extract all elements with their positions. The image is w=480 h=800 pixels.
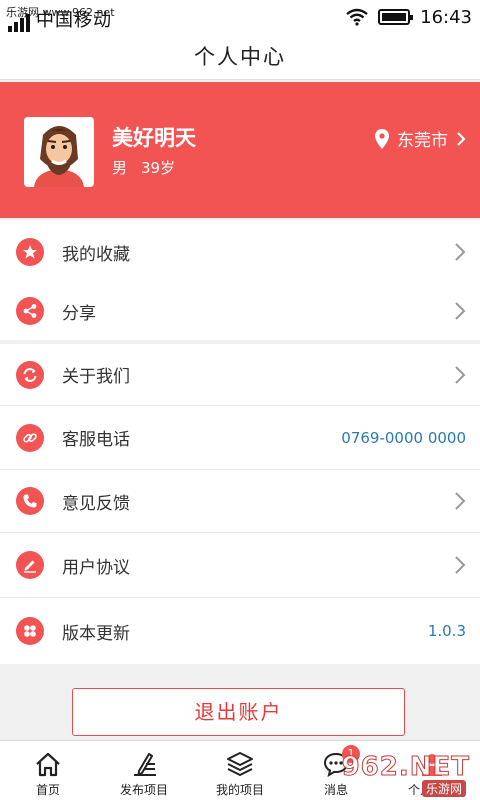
user-name: 美好明天: [112, 126, 196, 150]
wifi-icon: [346, 8, 368, 26]
menu-label: 客服电话: [62, 430, 130, 450]
chevron-right-icon: [455, 302, 466, 320]
city-label: 东莞市: [397, 131, 448, 151]
tab-label: 发布项目: [119, 783, 168, 797]
menu-label: 版本更新: [62, 623, 130, 644]
user-age: 39岁: [141, 159, 176, 177]
status-bar: 中国移动 乐游网 www.962.net 16:43: [0, 0, 480, 34]
pen-icon: [16, 551, 44, 579]
watermark-logo-text: 962.NET: [341, 752, 470, 783]
menu-item-favorites[interactable]: 我的收藏: [0, 220, 480, 284]
tab-my-projects[interactable]: 我的项目: [192, 741, 288, 800]
tab-home[interactable]: 首页: [0, 741, 96, 800]
menu-group-2: 分享: [0, 282, 480, 340]
chevron-right-icon: [455, 365, 466, 384]
avatar[interactable]: [24, 117, 94, 187]
menu-item-about[interactable]: 关于我们: [0, 344, 480, 406]
link-icon: [16, 423, 44, 452]
edit-icon: [134, 753, 156, 776]
grid-icon: [16, 617, 44, 645]
watermark-text: 乐游网 www.962.net: [6, 6, 115, 19]
star-icon: [16, 238, 44, 266]
page-title: 个人中心: [194, 45, 286, 69]
tab-label: 首页: [35, 783, 60, 797]
phone-icon: [16, 487, 44, 515]
menu-group-1: 我的收藏: [0, 220, 480, 284]
menu-item-agreement[interactable]: 用户协议: [0, 533, 480, 598]
share-icon: [16, 297, 44, 325]
layers-icon: [227, 752, 253, 776]
menu-item-service-phone[interactable]: 客服电话 0769-0000 0000: [0, 406, 480, 470]
menu-label: 用户协议: [62, 557, 130, 578]
battery-icon: [378, 9, 414, 25]
clock: 16:43: [420, 6, 472, 28]
logout-button[interactable]: 退出账户: [72, 688, 405, 736]
user-meta: 男 39岁: [112, 157, 175, 178]
menu-label: 分享: [62, 303, 96, 324]
chevron-right-icon: [455, 556, 466, 574]
menu-item-share[interactable]: 分享: [0, 282, 480, 340]
refresh-icon: [16, 360, 44, 389]
chevron-right-icon: [455, 492, 466, 510]
menu-label: 关于我们: [62, 367, 130, 387]
service-phone-number[interactable]: 0769-0000 0000: [341, 429, 466, 447]
user-gender: 男: [112, 159, 128, 177]
menu-group-3: 关于我们 客服电话 0769-0000 0000 意见反馈 用户协议 版本更新 …: [0, 344, 480, 664]
menu-label: 我的收藏: [62, 244, 130, 265]
tab-label: 我的项目: [215, 783, 264, 797]
location-pin-icon: [375, 128, 389, 149]
tab-publish[interactable]: 发布项目: [96, 741, 192, 800]
chevron-right-icon: [455, 243, 466, 261]
chevron-right-icon: [457, 131, 466, 146]
menu-item-version[interactable]: 版本更新 1.0.3: [0, 598, 480, 664]
watermark-logo-sub: 乐游网: [421, 780, 466, 797]
home-icon: [36, 752, 60, 777]
profile-card[interactable]: 美好明天 男 39岁 东莞市: [0, 82, 480, 218]
location-selector[interactable]: 东莞市: [375, 126, 466, 151]
avatar-illustration: [24, 117, 94, 187]
tab-bar: 首页 发布项目 我的项目 消息 1 个人中心 962.NET 乐: [0, 740, 480, 800]
menu-label: 意见反馈: [62, 493, 130, 514]
version-number: 1.0.3: [427, 622, 466, 640]
watermark-logo: 962.NET 乐游网: [336, 740, 476, 798]
menu-item-feedback[interactable]: 意见反馈: [0, 470, 480, 533]
nav-bar: 个人中心: [0, 34, 480, 80]
